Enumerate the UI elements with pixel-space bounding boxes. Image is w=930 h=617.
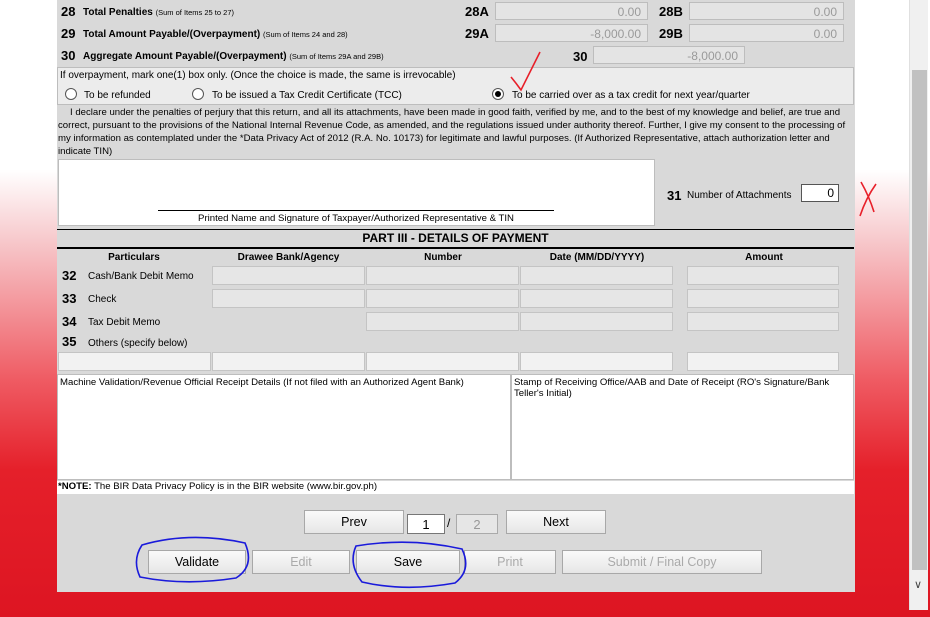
red-checkmark-icon xyxy=(510,51,541,92)
validate-circle-annotation-icon xyxy=(135,536,250,583)
save-circle-annotation-icon xyxy=(352,541,467,589)
red-cross-icon xyxy=(859,181,877,217)
annotation-overlay xyxy=(135,51,877,589)
